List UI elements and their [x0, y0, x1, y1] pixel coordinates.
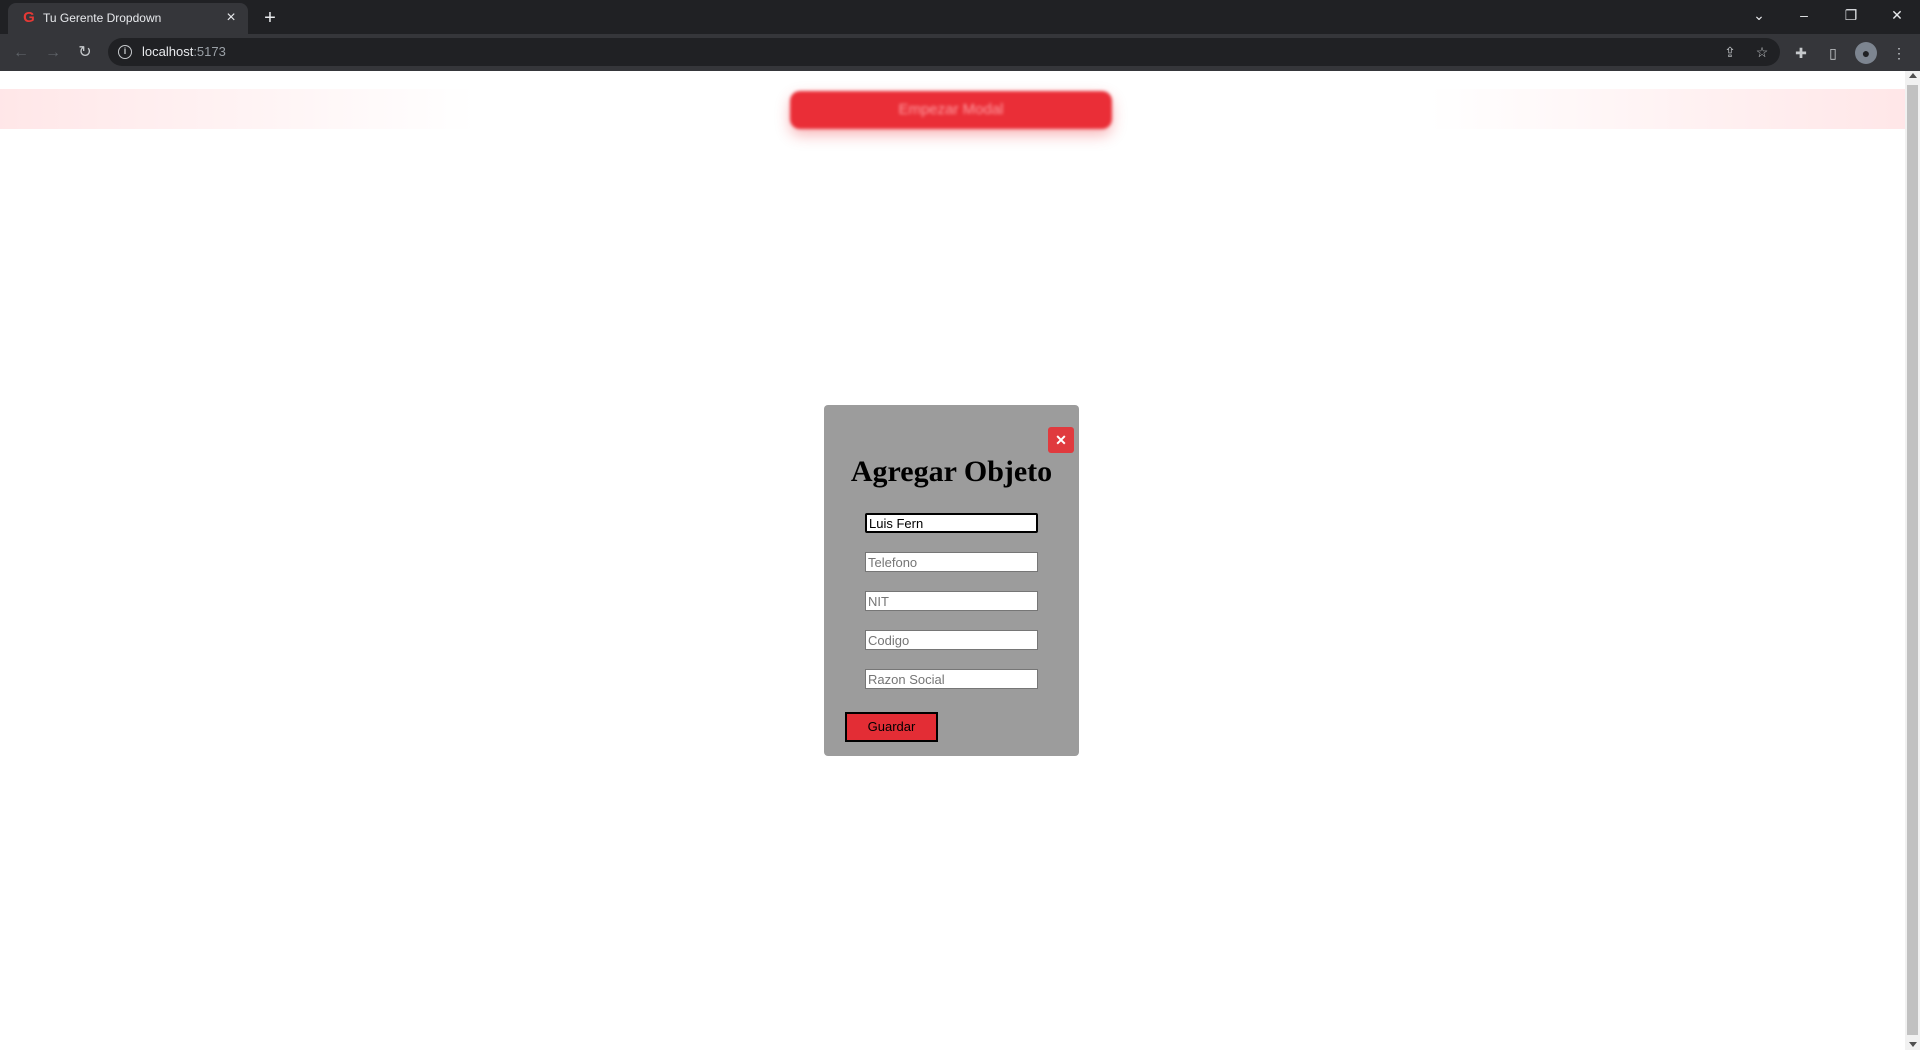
- new-tab-icon[interactable]: +: [258, 6, 282, 30]
- site-info-icon[interactable]: i: [118, 45, 132, 59]
- back-arrow-icon[interactable]: ←: [10, 42, 32, 64]
- add-object-modal: ✕ Agregar Objeto Guardar: [824, 405, 1079, 756]
- scroll-down-arrow-icon[interactable]: [1909, 1042, 1917, 1047]
- url-host: localhost: [142, 44, 194, 59]
- name-input[interactable]: [865, 513, 1038, 533]
- tab-close-icon[interactable]: ×: [222, 9, 240, 27]
- scroll-thumb[interactable]: [1907, 85, 1918, 1035]
- side-panel-icon[interactable]: ▯: [1822, 42, 1844, 64]
- telefono-input[interactable]: [865, 552, 1038, 572]
- forward-arrow-icon[interactable]: →: [42, 42, 64, 64]
- modal-close-button[interactable]: ✕: [1048, 427, 1074, 453]
- address-bar[interactable]: i localhost:5173 ⇪ ☆: [108, 38, 1780, 66]
- browser-tab[interactable]: G Tu Gerente Dropdown ×: [8, 3, 248, 34]
- share-icon[interactable]: ⇪: [1720, 42, 1740, 62]
- modal-title: Agregar Objeto: [850, 455, 1053, 488]
- reload-icon[interactable]: ↻: [74, 42, 96, 64]
- browser-toolbar: ← → ↻ i localhost:5173 ⇪ ☆ ✚ ▯ ● ⋮: [0, 34, 1920, 71]
- kebab-menu-icon[interactable]: ⋮: [1888, 42, 1910, 64]
- window-close-icon[interactable]: ✕: [1874, 0, 1920, 30]
- restore-icon[interactable]: ❐: [1828, 0, 1874, 30]
- save-button[interactable]: Guardar: [845, 712, 938, 742]
- tab-title: Tu Gerente Dropdown: [43, 11, 162, 25]
- bookmark-star-icon[interactable]: ☆: [1752, 42, 1772, 62]
- browser-tab-bar: G Tu Gerente Dropdown × + ⌄ – ❐ ✕: [0, 0, 1920, 34]
- url-text[interactable]: localhost:5173: [142, 44, 226, 59]
- url-port: :5173: [193, 44, 226, 59]
- page-scrollbar[interactable]: [1905, 71, 1920, 1050]
- open-modal-button[interactable]: Empezar Modal: [790, 91, 1112, 129]
- razon-social-input[interactable]: [865, 669, 1038, 689]
- codigo-input[interactable]: [865, 630, 1038, 650]
- profile-avatar-icon[interactable]: ●: [1855, 42, 1877, 64]
- nit-input[interactable]: [865, 591, 1038, 611]
- favicon-icon: G: [23, 9, 35, 26]
- scroll-up-arrow-icon[interactable]: [1909, 73, 1917, 78]
- minimize-icon[interactable]: –: [1781, 0, 1827, 30]
- extensions-puzzle-icon[interactable]: ✚: [1790, 42, 1812, 64]
- page-viewport: Empezar Modal ✕ Agregar Objeto Guardar: [0, 71, 1920, 1050]
- tab-search-icon[interactable]: ⌄: [1736, 0, 1782, 30]
